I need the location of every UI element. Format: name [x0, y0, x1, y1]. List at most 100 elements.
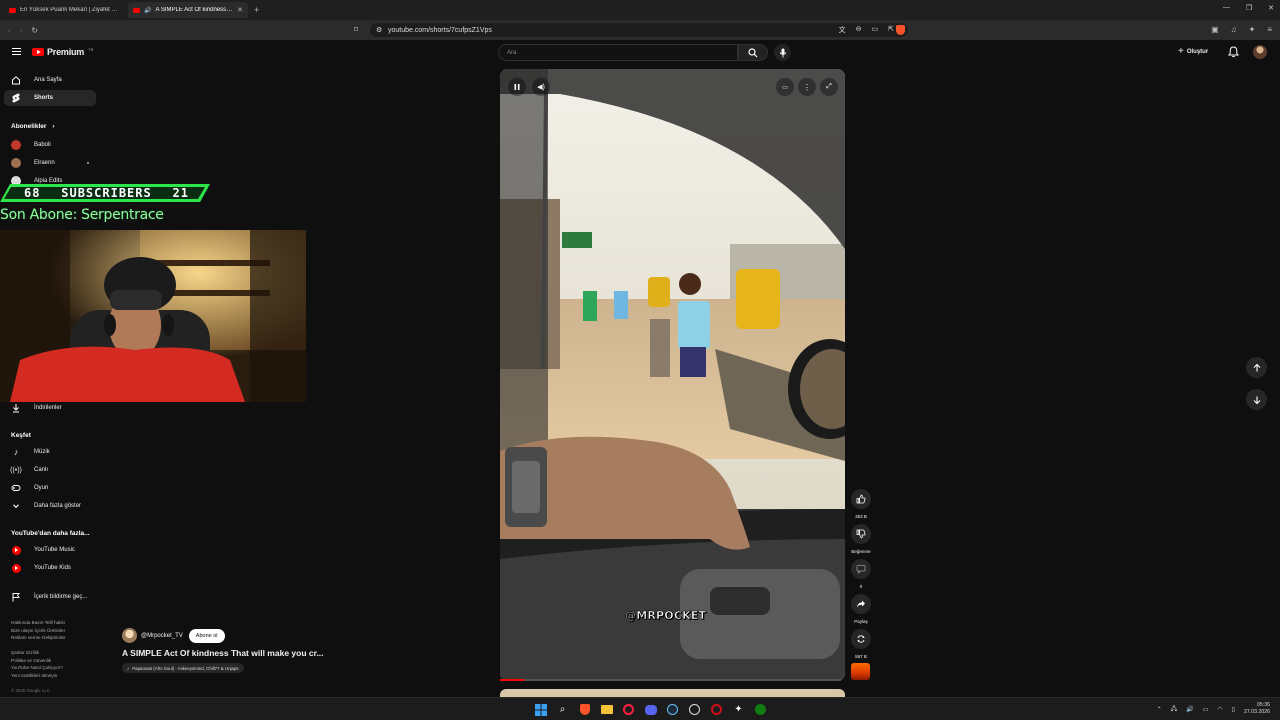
forward-icon[interactable]: ›	[20, 26, 23, 35]
create-button[interactable]: + Oluştur	[1178, 46, 1208, 57]
network-icon[interactable]: 🖧	[1171, 704, 1178, 714]
brave-shield-icon[interactable]	[896, 25, 905, 35]
restore-icon[interactable]: ❐	[1246, 4, 1252, 12]
search-input[interactable]: Ara	[498, 44, 738, 61]
remix-button[interactable]	[851, 629, 871, 649]
sidebar-item-label: Oyun	[34, 485, 49, 491]
share-action[interactable]: Paylaş	[849, 594, 873, 624]
sound-thumbnail[interactable]	[851, 663, 870, 680]
wifi-icon[interactable]: ◠	[1217, 706, 1222, 713]
sidebar-item-shorts[interactable]: Shorts	[4, 90, 96, 106]
footer-links-secondary: Şartlar Gizlilik Politika ve Güvenlik Yo…	[11, 649, 63, 679]
file-explorer-icon[interactable]	[599, 702, 614, 717]
notifications-bell-icon[interactable]	[1228, 46, 1239, 58]
progress-bar[interactable]	[500, 679, 841, 681]
clock[interactable]: 05:36 27.03.2026	[1244, 702, 1270, 716]
footer-link-row[interactable]: Yeni özellikleri deneyin	[11, 672, 63, 680]
battery-icon[interactable]: ▯	[1232, 706, 1235, 713]
youtube-logo[interactable]: Premium TR	[32, 47, 93, 57]
music-chip[interactable]: ♪ Papaoutai (Afro Soul) · mikeeysmind, C…	[122, 663, 244, 673]
back-icon[interactable]: ‹	[8, 26, 11, 35]
sidebar-item-subscription[interactable]: Elraenn	[4, 155, 96, 171]
sidebar-item-youtube-music[interactable]: YouTube Music	[4, 542, 96, 558]
footer-link-row[interactable]: Politika ve Güvenlik	[11, 657, 63, 665]
zoom-icon[interactable]: ⊖	[856, 25, 862, 35]
speaker-icon[interactable]: 🔊	[1186, 706, 1193, 713]
extensions-icon[interactable]: ✦	[1249, 25, 1256, 34]
search-icon[interactable]: ⌕	[555, 702, 570, 717]
close-tab-icon[interactable]: ✕	[237, 6, 243, 14]
footer-link-row[interactable]: Bize ulaşın İçerik Üreticiler	[11, 627, 66, 635]
footer-link-row[interactable]: Hakkında Basın Telif hakkı	[11, 619, 66, 627]
clock-app-icon[interactable]	[687, 702, 702, 717]
browser-tab-2[interactable]: 🔊 A SIMPLE Act Of kindness Th... ✕	[128, 2, 248, 18]
footer-link-row[interactable]: Şartlar Gizlilik	[11, 649, 63, 657]
subscribe-button[interactable]: Abone ol	[188, 628, 225, 643]
dislike-action[interactable]: Beğenme	[849, 524, 873, 554]
next-short-button[interactable]	[1246, 389, 1267, 410]
sidebar-item-live[interactable]: ((•)) Canlı	[4, 462, 96, 478]
sidebar-item-show-more[interactable]: Daha fazla göster	[4, 498, 96, 514]
shorts-player[interactable]: ◀) ▭ ⋮ ⤢	[500, 69, 845, 681]
footer-link-row[interactable]: YouTube Nasıl Çalışıyor?	[11, 664, 63, 672]
comments-action[interactable]: 0	[849, 559, 873, 589]
translate-icon[interactable]: 文	[839, 25, 846, 35]
short-title[interactable]: A SIMPLE Act Of kindness That will make …	[122, 648, 324, 658]
minimize-icon[interactable]: —	[1223, 4, 1230, 12]
sidebar-item-label: Ana Sayfa	[34, 77, 62, 83]
sidebar-item-youtube-kids[interactable]: YouTube Kids	[4, 560, 96, 576]
voice-search-button[interactable]	[774, 44, 791, 61]
close-window-icon[interactable]: ✕	[1268, 4, 1274, 12]
pause-button[interactable]	[508, 78, 526, 96]
opera-gx-icon[interactable]	[621, 702, 636, 717]
browser-tab-1[interactable]: En Yüksek Puanlı Mekan | Ziyafet Ku...	[4, 2, 124, 18]
brave-browser-icon[interactable]	[577, 702, 592, 717]
subscriptions-header[interactable]: Abonelikler ›	[11, 123, 55, 130]
display-icon[interactable]: ▭	[1203, 706, 1209, 713]
footer-link-row[interactable]: Reklam verme Geliştiriciler	[11, 634, 66, 642]
more-options-button[interactable]: ⋮	[798, 78, 816, 96]
opera-icon[interactable]	[709, 702, 724, 717]
share-icon[interactable]: ⇱	[888, 25, 894, 35]
like-action[interactable]: 353 B	[849, 489, 873, 519]
channel-handle[interactable]: @Mrpocket_TV	[141, 633, 183, 639]
url-bar[interactable]: ⚙ youtube.com/shorts/7cufpsZ1Vps 文 ⊖ ▭ ⇱	[370, 23, 908, 37]
new-tab-button[interactable]: +	[254, 5, 259, 15]
channel-avatar[interactable]	[122, 628, 137, 643]
bookmark-icon[interactable]: ⌑	[354, 25, 358, 34]
guide-menu-icon[interactable]	[12, 48, 21, 55]
sidebar-toggle-icon[interactable]: ▣	[1211, 25, 1219, 34]
menu-icon[interactable]: ≡	[1267, 25, 1272, 34]
sidebar-item-subscription[interactable]: Baboli	[4, 137, 96, 153]
like-button[interactable]	[851, 489, 871, 509]
previous-short-button[interactable]	[1246, 357, 1267, 378]
comments-button[interactable]	[851, 559, 871, 579]
chevron-up-icon[interactable]: ⌃	[1157, 706, 1162, 713]
steam-icon[interactable]	[665, 702, 680, 717]
sidebar-item-music[interactable]: ♪ Müzik	[4, 444, 96, 460]
discord-icon[interactable]	[643, 702, 658, 717]
logo-region: TR	[88, 47, 94, 52]
webcam-feed	[0, 230, 306, 402]
xbox-icon[interactable]	[753, 702, 768, 717]
fullscreen-button[interactable]: ⤢	[820, 78, 838, 96]
reload-icon[interactable]: ↻	[31, 26, 38, 35]
cast-icon[interactable]: ▭	[872, 25, 879, 35]
share-arrow-icon	[857, 600, 865, 608]
account-avatar[interactable]	[1253, 45, 1267, 59]
next-short-preview[interactable]	[500, 689, 845, 697]
share-button[interactable]	[851, 594, 871, 614]
media-icon[interactable]: ♫	[1231, 25, 1237, 34]
dislike-button[interactable]	[851, 524, 871, 544]
sidebar-item-home[interactable]: Ana Sayfa	[4, 72, 96, 88]
search-button[interactable]	[738, 44, 768, 61]
sidebar-item-report-history[interactable]: İçerik bildirme geç...	[4, 589, 96, 605]
start-icon[interactable]	[533, 702, 548, 717]
sidebar-item-downloads[interactable]: İndirilenler	[4, 400, 96, 416]
captions-button[interactable]: ▭	[776, 78, 794, 96]
sidebar-item-gaming[interactable]: Oyun	[4, 480, 96, 496]
volume-button[interactable]: ◀)	[532, 78, 550, 96]
remix-action[interactable]: 597 B	[849, 629, 873, 659]
site-info-icon[interactable]: ⚙	[376, 26, 382, 34]
app-icon[interactable]: ✦	[731, 702, 746, 717]
